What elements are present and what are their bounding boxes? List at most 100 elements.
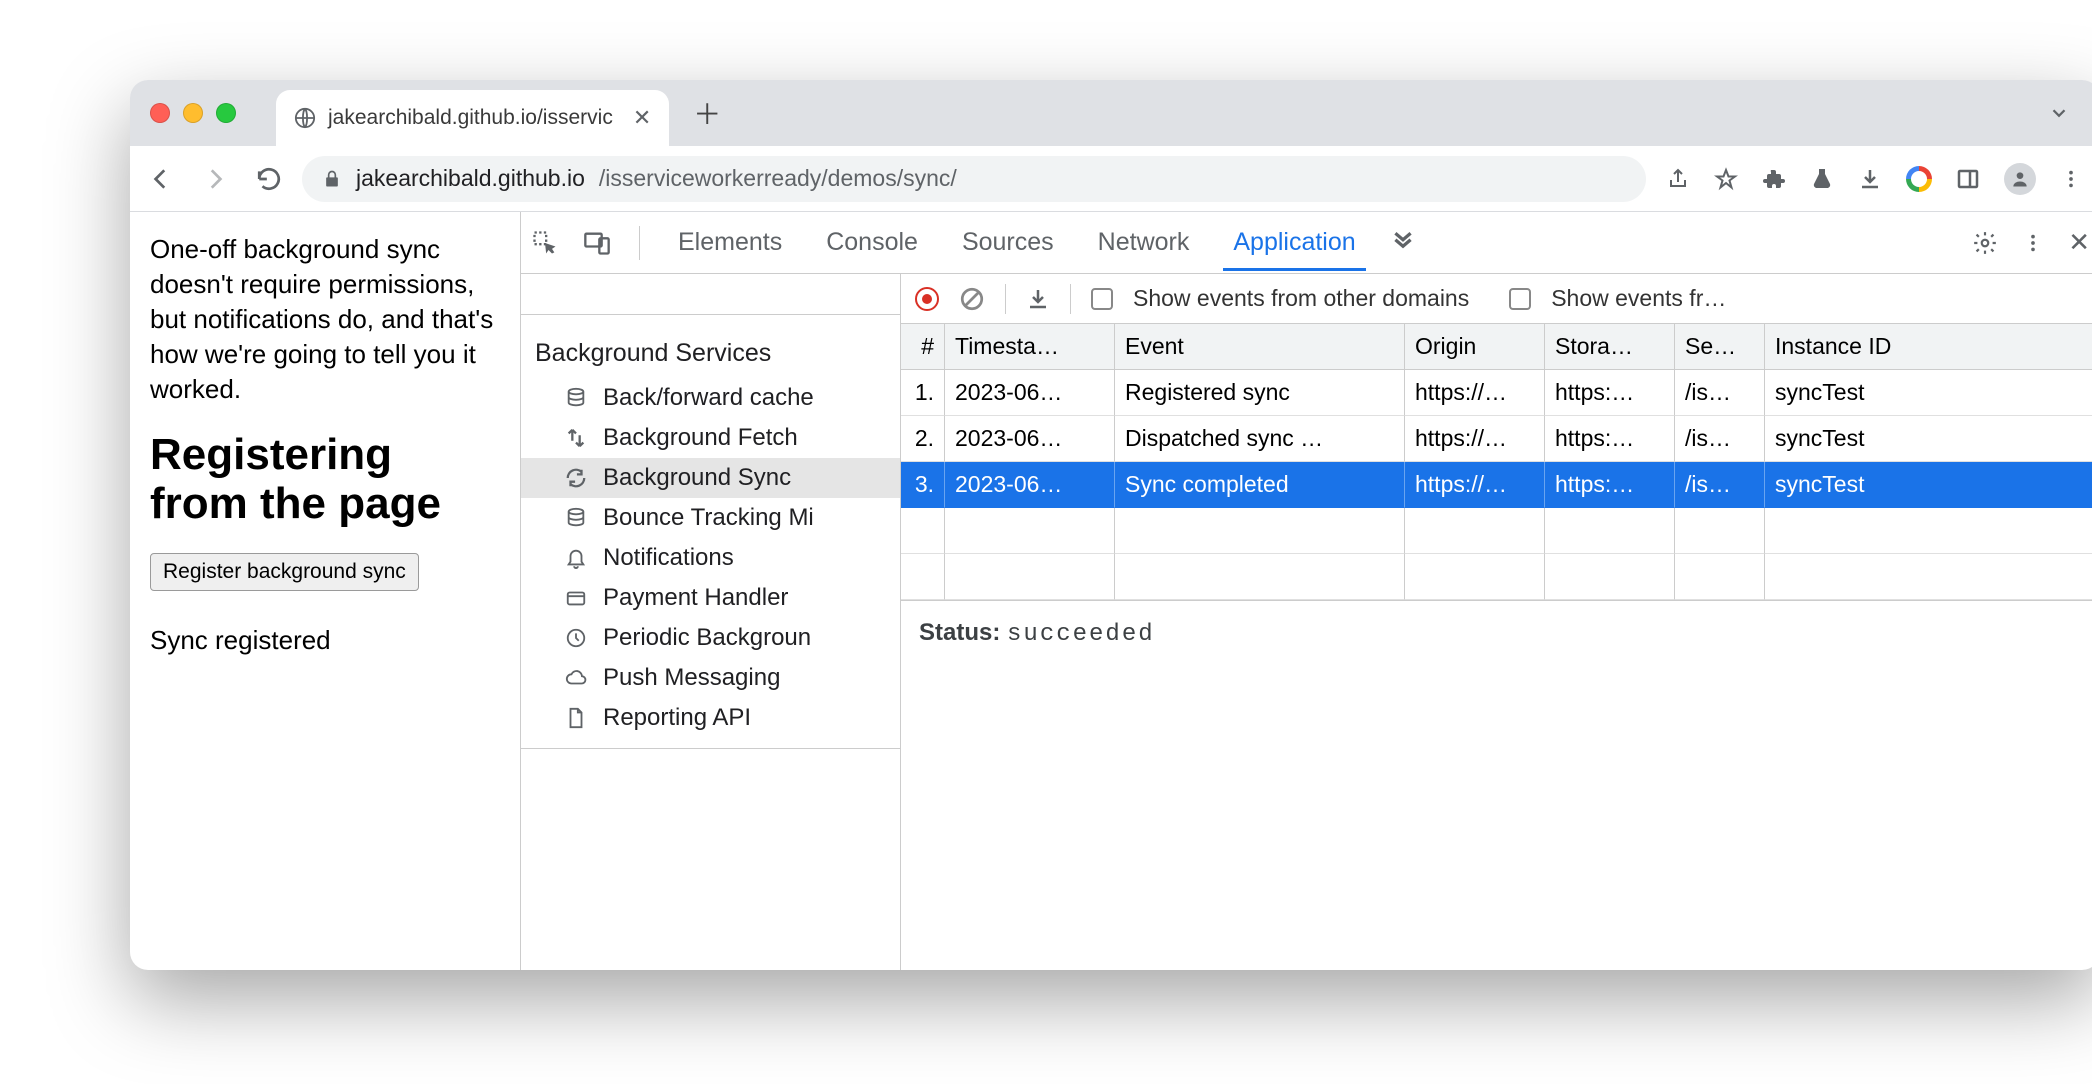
browser-tab-active[interactable]: jakearchibald.github.io/isservic ✕ [276,90,669,146]
status-label: Status: [919,619,1000,646]
sidebar-item-back-forward-cache[interactable]: Back/forward cache [521,378,900,418]
table-empty-row [901,554,2092,600]
labs-icon[interactable] [1810,167,1834,191]
address-path: /isserviceworkerready/demos/sync/ [599,165,957,192]
browser-window: jakearchibald.github.io/isservic ✕ ＋ jak… [130,80,2092,970]
toolbar-actions [1666,163,2082,195]
sidebar-item-label: Bounce Tracking Mi [603,504,814,532]
database-icon [565,507,591,529]
cell-num: 3. [901,462,945,508]
cell-storage: https:… [1545,370,1675,416]
tabs-more-icon[interactable] [1390,230,1416,256]
cell-instance-id: syncTest [1765,370,2092,416]
show-events-fr-checkbox[interactable] [1509,288,1531,310]
device-toggle-icon[interactable] [583,229,611,257]
tabs-overflow-icon[interactable] [2048,102,2070,124]
globe-icon [294,107,316,129]
kebab-icon[interactable] [2022,232,2044,254]
page-intro-text: One-off background sync doesn't require … [150,232,500,407]
tab-network[interactable]: Network [1088,214,1200,271]
col-event[interactable]: Event [1115,324,1405,370]
sidebar-item-label: Background Sync [603,464,791,492]
settings-icon[interactable] [1972,230,1998,256]
cell-origin: https://… [1405,416,1545,462]
sidebar-item-periodic-backgroun[interactable]: Periodic Backgroun [521,618,900,658]
sidebar-item-payment-handler[interactable]: Payment Handler [521,578,900,618]
share-icon[interactable] [1666,167,1690,191]
page-status-text: Sync registered [150,623,500,658]
extensions-icon[interactable] [1762,167,1786,191]
bell-icon [565,547,591,569]
sidebar-item-label: Push Messaging [603,664,780,692]
register-sync-button[interactable]: Register background sync [150,553,419,591]
tab-sources[interactable]: Sources [952,214,1064,271]
table-row[interactable]: 2.2023-06…Dispatched sync …https://…http… [901,416,2092,462]
cell-instance-id: syncTest [1765,462,2092,508]
save-icon[interactable] [1026,287,1050,311]
card-icon [565,587,591,609]
devtools-panel: Elements Console Sources Network Applica… [520,212,2092,970]
address-bar[interactable]: jakearchibald.github.io/isserviceworkerr… [302,156,1646,202]
side-panel-icon[interactable] [1956,167,1980,191]
reload-icon[interactable] [256,166,282,192]
tab-strip: jakearchibald.github.io/isservic ✕ ＋ [130,80,2092,146]
tab-elements[interactable]: Elements [668,214,792,271]
sidebar-item-notifications[interactable]: Notifications [521,538,900,578]
browser-toolbar: jakearchibald.github.io/isserviceworkerr… [130,146,2092,212]
record-icon[interactable] [915,287,939,311]
clear-icon[interactable] [959,286,985,312]
browser-tab-title: jakearchibald.github.io/isservic [328,106,613,130]
minimize-window-icon[interactable] [183,103,203,123]
back-icon[interactable] [148,166,174,192]
bookmark-icon[interactable] [1714,167,1738,191]
nav-controls [148,166,282,192]
sidebar-item-bounce-tracking-mi[interactable]: Bounce Tracking Mi [521,498,900,538]
new-tab-button[interactable]: ＋ [685,91,729,135]
col-storage[interactable]: Stora… [1545,324,1675,370]
status-area: Status: succeeded [901,601,2092,666]
col-service[interactable]: Se… [1675,324,1765,370]
file-icon [565,707,591,729]
window-controls [150,103,236,123]
show-other-domains-checkbox[interactable] [1091,288,1113,310]
tab-application[interactable]: Application [1223,214,1365,271]
cell-timestamp: 2023-06… [945,370,1115,416]
menu-icon[interactable] [2060,168,2082,190]
cell-instance-id: syncTest [1765,416,2092,462]
col-origin[interactable]: Origin [1405,324,1545,370]
address-host: jakearchibald.github.io [356,165,585,192]
inspect-element-icon[interactable] [531,229,559,257]
profile-avatar[interactable] [2004,163,2036,195]
sidebar-heading: Background Services [521,325,900,378]
close-window-icon[interactable] [150,103,170,123]
cell-storage: https:… [1545,416,1675,462]
table-row[interactable]: 1.2023-06…Registered synchttps://…https:… [901,370,2092,416]
sidebar-item-label: Background Fetch [603,424,798,452]
cell-timestamp: 2023-06… [945,416,1115,462]
close-devtools-icon[interactable]: ✕ [2068,227,2090,258]
sidebar-item-push-messaging[interactable]: Push Messaging [521,658,900,698]
sidebar-item-label: Reporting API [603,704,751,732]
forward-icon[interactable] [202,166,228,192]
sidebar-item-background-fetch[interactable]: Background Fetch [521,418,900,458]
devtools-tab-bar: Elements Console Sources Network Applica… [521,212,2092,274]
col-num[interactable]: # [901,324,945,370]
google-account-icon[interactable] [1906,166,1932,192]
cell-service: /is… [1675,416,1765,462]
zoom-window-icon[interactable] [216,103,236,123]
cloud-icon [565,667,591,689]
sidebar-item-reporting-api[interactable]: Reporting API [521,698,900,738]
sidebar-item-background-sync[interactable]: Background Sync [521,458,900,498]
devtools-sidebar: Background Services Back/forward cache Ba… [521,274,901,970]
tab-console[interactable]: Console [816,214,928,271]
table-row[interactable]: 3.2023-06…Sync completedhttps://…https:…… [901,462,2092,508]
sidebar-item-label: Notifications [603,544,734,572]
cell-storage: https:… [1545,462,1675,508]
col-instance-id[interactable]: Instance ID [1765,324,2092,370]
sidebar-item-label: Payment Handler [603,584,788,612]
col-timestamp[interactable]: Timesta… [945,324,1115,370]
transfer-icon [565,427,591,449]
close-tab-icon[interactable]: ✕ [633,105,651,131]
page-content: One-off background sync doesn't require … [130,212,520,970]
download-icon[interactable] [1858,167,1882,191]
